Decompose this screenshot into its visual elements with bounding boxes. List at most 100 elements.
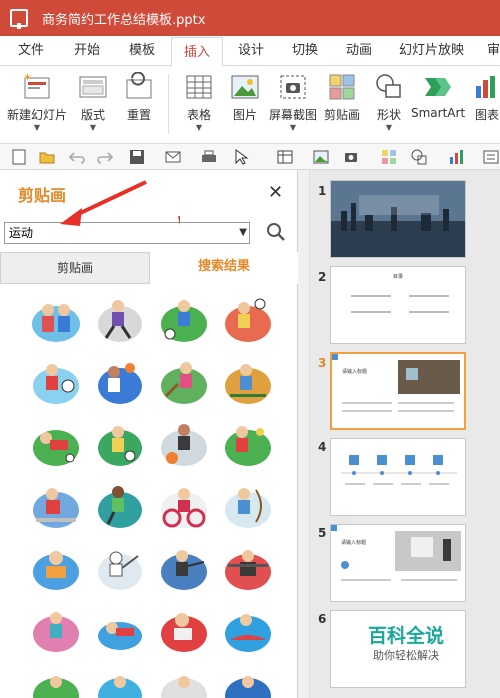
undo-icon[interactable] [68, 148, 86, 166]
clipart-item[interactable] [222, 666, 274, 698]
clipart-item[interactable] [94, 418, 146, 470]
clipart-item[interactable] [94, 480, 146, 532]
search-icon[interactable] [266, 222, 286, 242]
presentation-image [331, 525, 461, 581]
clipart-item[interactable] [158, 666, 210, 698]
clipart-item[interactable] [158, 418, 210, 470]
clipart-item[interactable] [30, 356, 82, 408]
menu-template[interactable]: 模板 [129, 36, 155, 66]
clipart-icon [327, 72, 357, 102]
chart-small-icon[interactable] [448, 148, 466, 166]
clipart-results-grid [0, 284, 298, 698]
menu-insert[interactable]: 插入 [171, 37, 224, 67]
timeline-graphic [341, 455, 457, 485]
clipart-item[interactable] [30, 542, 82, 594]
clipart-item[interactable] [158, 542, 210, 594]
svg-text:✶: ✶ [23, 72, 32, 84]
slide-thumbnail-4[interactable] [330, 438, 466, 516]
print-icon[interactable] [200, 148, 218, 166]
chevron-down-icon[interactable]: ▼ [239, 223, 247, 243]
camera-icon [278, 72, 308, 102]
clipart-pane: 剪贴画 ✕ 运动 ▼ 剪贴画 搜索结果 [0, 170, 298, 698]
new-file-icon[interactable] [10, 148, 28, 166]
table-small-icon[interactable] [276, 148, 294, 166]
clipart-item[interactable] [94, 604, 146, 656]
chart-button[interactable]: 图表 [472, 66, 500, 123]
clipart-item[interactable] [158, 604, 210, 656]
slide-thumbnail-2[interactable]: 目录 [330, 266, 466, 344]
redo-icon[interactable] [96, 148, 114, 166]
ribbon-separator [168, 74, 169, 134]
menu-transition[interactable]: 切换 [292, 36, 318, 66]
menu-file[interactable]: 文件 [18, 36, 44, 66]
clipart-item[interactable] [158, 294, 210, 346]
clipart-item[interactable] [30, 418, 82, 470]
clipart-item[interactable] [94, 542, 146, 594]
clipart-item[interactable] [30, 604, 82, 656]
watermark: 百科全说 助你轻松解决 [352, 624, 460, 670]
menu-animation[interactable]: 动画 [346, 36, 372, 66]
menu-design[interactable]: 设计 [238, 36, 264, 66]
clipart-small-icon[interactable] [380, 148, 398, 166]
menu-bar: 文件 开始 模板 插入 设计 切换 动画 幻灯片放映 审 [0, 36, 500, 67]
slide-number: 5 [318, 526, 327, 540]
slide-number: 6 [318, 612, 327, 626]
quick-toolbar [0, 144, 500, 170]
slide-number: 3 [318, 356, 327, 370]
mail-icon[interactable] [164, 148, 182, 166]
shapes-small-icon[interactable] [410, 148, 428, 166]
window-title: 商务简约工作总结模板.pptx [42, 12, 206, 28]
reset-icon [124, 71, 154, 102]
clipart-item[interactable] [94, 356, 146, 408]
new-slide-button[interactable]: ✶ 新建幻灯片 ▼ [6, 66, 68, 133]
clipart-button[interactable]: 剪贴画 [322, 66, 362, 123]
smartart-button[interactable]: SmartArt [411, 66, 465, 120]
slide-number: 4 [318, 440, 327, 454]
clipart-item[interactable] [222, 604, 274, 656]
slide-thumbnail-5[interactable]: 请输入标题 [330, 524, 466, 602]
textbox-small-icon[interactable] [482, 148, 500, 166]
app-icon [10, 9, 28, 29]
table-icon [184, 72, 214, 102]
screenshot-button[interactable]: 屏幕截图 ▼ [268, 66, 318, 133]
slide-number: 1 [318, 184, 327, 198]
open-folder-icon[interactable] [38, 148, 56, 166]
clipart-item[interactable] [222, 294, 274, 346]
clipart-item[interactable] [30, 294, 82, 346]
menu-slideshow[interactable]: 幻灯片放映 [399, 36, 464, 66]
clipart-item[interactable] [222, 356, 274, 408]
clipart-item[interactable] [30, 480, 82, 532]
city-skyline-image [331, 181, 465, 257]
menu-review[interactable]: 审 [487, 36, 500, 66]
menu-home[interactable]: 开始 [74, 36, 100, 66]
pointer-icon[interactable] [232, 148, 250, 166]
tab-search-results[interactable]: 搜索结果 [150, 252, 298, 284]
table-button[interactable]: 表格 ▼ [182, 66, 216, 133]
new-slide-icon: ✶ [22, 71, 52, 102]
clipart-item[interactable] [222, 480, 274, 532]
clipart-item[interactable] [222, 542, 274, 594]
clipart-item[interactable] [222, 418, 274, 470]
clipart-item[interactable] [94, 666, 146, 698]
screenshot-small-icon[interactable] [342, 148, 360, 166]
picture-icon [230, 72, 260, 102]
smartart-icon [423, 72, 453, 102]
clipart-item[interactable] [30, 666, 82, 698]
reset-button[interactable]: 重置 [122, 66, 156, 123]
pane-scrollbar[interactable] [298, 170, 310, 698]
tab-clipart[interactable]: 剪贴画 [0, 252, 150, 284]
clipart-item[interactable] [158, 356, 210, 408]
close-icon[interactable]: ✕ [268, 182, 283, 203]
clipart-item[interactable] [94, 294, 146, 346]
picture-button[interactable]: 图片 [228, 66, 262, 123]
layout-icon [78, 72, 108, 102]
slide-number: 2 [318, 270, 327, 284]
picture-small-icon[interactable] [312, 148, 330, 166]
save-icon[interactable] [128, 148, 146, 166]
layout-button[interactable]: 版式 ▼ [76, 66, 110, 133]
clipart-item[interactable] [158, 480, 210, 532]
slide-thumbnail-1[interactable] [330, 180, 466, 258]
slide-thumbnail-3[interactable]: 请输入标题 [330, 352, 466, 430]
shapes-button[interactable]: 形状 ▼ [372, 66, 406, 133]
title-bar: 商务简约工作总结模板.pptx [0, 0, 500, 36]
